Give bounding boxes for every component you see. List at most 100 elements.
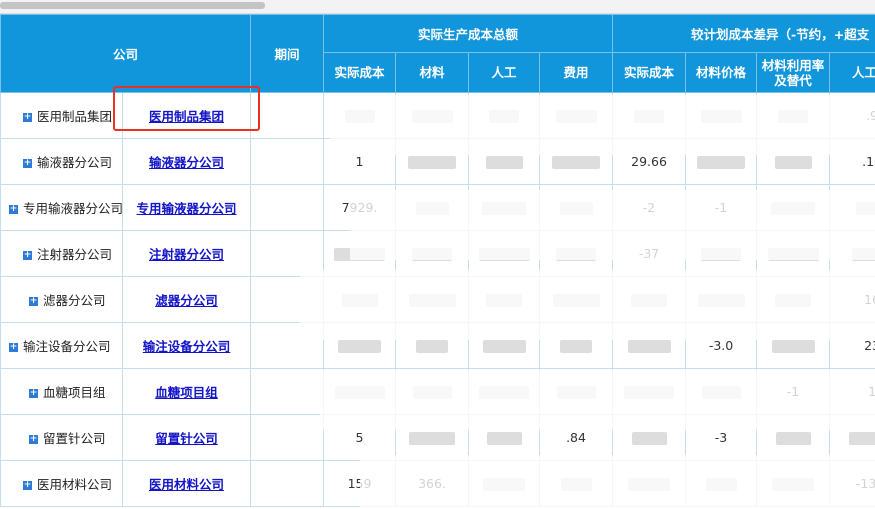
value-cell	[685, 92, 758, 139]
company-link[interactable]: 注射器分公司	[149, 247, 224, 262]
blurred-value	[478, 248, 530, 261]
company-link[interactable]: 医用制品集团	[149, 109, 224, 124]
table-row: + 医用材料公司 医用材料公司 159 366. -132.	[0, 460, 875, 507]
table-row: + 滤器分公司 滤器分公司 16	[0, 276, 875, 323]
blurred-value	[697, 156, 746, 169]
value-cell	[756, 460, 831, 507]
blurred-value	[705, 478, 737, 491]
value-cell	[829, 230, 875, 277]
blurred-value	[778, 110, 809, 123]
header-actual-cost: 实际成本	[323, 52, 397, 93]
blurred-value	[412, 248, 453, 261]
table-row: + 专用输液器分公司 专用输液器分公司 7929. -2 -1	[0, 184, 875, 231]
company-link[interactable]: 血糖项目组	[155, 385, 218, 400]
blurred-value	[338, 340, 382, 353]
blurred-value	[559, 202, 593, 215]
value-cell	[685, 276, 758, 323]
value-cell	[395, 414, 470, 461]
value-cell	[468, 138, 541, 185]
company-link[interactable]: 输注设备分公司	[143, 339, 231, 354]
blurred-value	[486, 432, 522, 445]
value-cell: .16	[829, 138, 875, 185]
company-cell: + 留置针公司	[0, 414, 123, 461]
blurred-value	[482, 202, 527, 215]
expand-plus-icon[interactable]: +	[29, 389, 38, 398]
value-cell	[756, 230, 831, 277]
blurred-value	[411, 110, 453, 123]
value-cell	[829, 184, 875, 231]
company-link[interactable]: 医用材料公司	[149, 477, 224, 492]
horizontal-scrollbar[interactable]	[0, 0, 875, 14]
expand-plus-icon[interactable]: +	[9, 343, 18, 352]
company-link[interactable]: 留置针公司	[155, 431, 218, 446]
expand-plus-icon[interactable]: +	[23, 159, 32, 168]
value-cell	[395, 92, 470, 139]
header-material: 材料	[395, 52, 470, 93]
cell-value: .84	[566, 430, 586, 445]
period-cell	[250, 322, 325, 369]
company-cell: + 专用输液器分公司	[0, 184, 123, 231]
company-link[interactable]: 专用输液器分公司	[137, 201, 237, 216]
expand-plus-icon[interactable]: +	[23, 481, 32, 490]
blurred-value	[631, 294, 668, 307]
value-cell	[539, 276, 614, 323]
company-cell: + 医用制品集团	[0, 92, 123, 139]
blurred-value	[344, 110, 375, 123]
value-cell: -2	[612, 184, 687, 231]
blurred-value	[701, 248, 742, 261]
period-cell	[250, 460, 325, 507]
expand-plus-icon[interactable]: +	[29, 297, 38, 306]
value-cell	[756, 414, 831, 461]
cell-value: 23	[864, 338, 875, 353]
cell-value: 1	[355, 154, 364, 169]
value-cell: 29.66	[612, 138, 687, 185]
expand-plus-icon[interactable]: +	[23, 113, 32, 122]
cell-value: -3.0	[708, 338, 734, 353]
blurred-value	[485, 156, 523, 169]
value-cell	[395, 230, 470, 277]
blurred-value	[628, 478, 671, 491]
blurred-value	[341, 294, 378, 307]
company-link-cell: 医用材料公司	[121, 460, 252, 507]
blurred-value	[479, 386, 530, 399]
blurred-value	[852, 248, 875, 261]
company-name: 输液器分公司	[37, 155, 113, 170]
value-cell	[395, 322, 470, 369]
company-link-cell: 留置针公司	[121, 414, 252, 461]
table-row: + 输液器分公司 输液器分公司 1 29.66 .16	[0, 138, 875, 185]
value-cell: -37	[612, 230, 687, 277]
expand-plus-icon[interactable]: +	[9, 205, 18, 214]
expand-plus-icon[interactable]: +	[23, 251, 32, 260]
company-link[interactable]: 滤器分公司	[155, 293, 218, 308]
value-cell: .9	[829, 92, 875, 139]
cell-value: -1	[786, 384, 800, 399]
period-cell	[250, 92, 325, 139]
company-link-cell: 滤器分公司	[121, 276, 252, 323]
blurred-value	[408, 156, 457, 169]
value-cell: 159	[323, 460, 397, 507]
company-cell: + 血糖项目组	[0, 368, 123, 415]
blurred-value	[334, 248, 386, 261]
blurred-value	[772, 478, 815, 491]
blurred-value	[412, 386, 452, 399]
value-cell: 16	[829, 276, 875, 323]
value-cell	[756, 184, 831, 231]
cost-report-table: 公司 期间 实际生产成本总额 较计划成本差异（-节约，+超支 实际成本 材料 人…	[0, 14, 875, 507]
scrollbar-thumb[interactable]	[0, 2, 265, 9]
value-cell	[539, 368, 614, 415]
blurred-value	[560, 340, 593, 353]
company-link[interactable]: 输液器分公司	[149, 155, 224, 170]
value-cell	[612, 368, 687, 415]
blurred-value	[624, 386, 675, 399]
value-cell	[395, 138, 470, 185]
value-cell: -1	[685, 184, 758, 231]
table-row: + 留置针公司 留置针公司 5 .84 -3	[0, 414, 875, 461]
value-cell	[468, 322, 541, 369]
company-name: 输注设备分公司	[23, 339, 111, 354]
value-cell	[539, 92, 614, 139]
blurred-value	[700, 110, 742, 123]
blurred-value	[775, 432, 811, 445]
table-row: + 血糖项目组 血糖项目组 -1 1	[0, 368, 875, 415]
value-cell	[756, 322, 831, 369]
expand-plus-icon[interactable]: +	[29, 435, 38, 444]
